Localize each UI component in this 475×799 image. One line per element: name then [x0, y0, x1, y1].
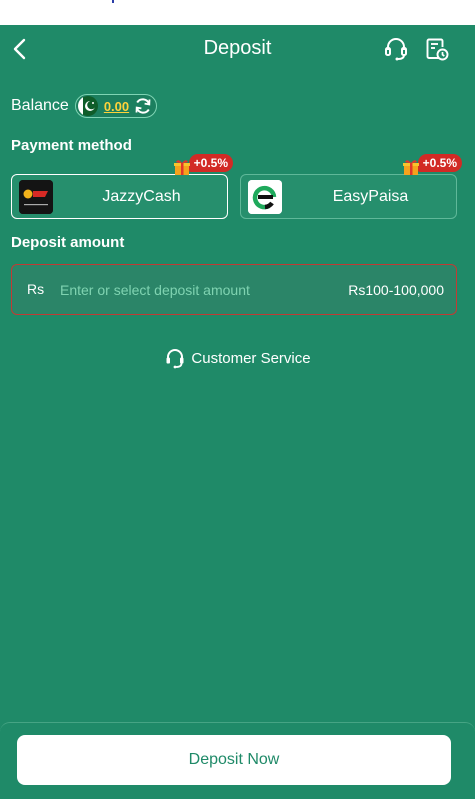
support-button[interactable] [383, 35, 409, 63]
jazzcash-logo [19, 180, 53, 214]
history-button[interactable] [424, 35, 450, 63]
easypaisa-logo [248, 180, 282, 214]
refresh-button[interactable] [133, 96, 153, 116]
pakistan-flag-icon [77, 96, 98, 116]
balance-pill: 0.00 [74, 94, 158, 118]
deposit-range: Rs100-100,000 [348, 282, 444, 298]
top-strip [0, 0, 475, 25]
currency-symbol: Rs [27, 281, 45, 297]
deposit-amount-input[interactable] [56, 275, 334, 305]
deposit-amount-field[interactable]: Rs Rs100-100,000 [11, 264, 457, 315]
bottom-bar: Deposit Now [0, 722, 475, 799]
deposit-amount-title: Deposit amount [11, 234, 125, 251]
gift-icon [402, 160, 419, 175]
status-dot [112, 0, 114, 3]
balance-value: 0.00 [103, 98, 130, 114]
headset-icon [385, 38, 407, 61]
header: Deposit [0, 25, 475, 75]
balance-label: Balance [11, 97, 69, 114]
customer-service-link[interactable]: Customer Service [0, 347, 475, 369]
bonus-badge: +0.5% [417, 154, 462, 172]
headset-icon [166, 349, 184, 369]
record-history-icon [426, 38, 449, 61]
payment-method-easypaisa[interactable]: EasyPaisa +0.5% [240, 154, 462, 219]
bonus-badge: +0.5% [188, 154, 233, 172]
payment-method-jazzycash[interactable]: JazzyCash +0.5% [11, 154, 233, 219]
deposit-page: Deposit Balance 0.00 Payment method Jazz… [0, 25, 475, 799]
balance-row: Balance 0.00 [11, 93, 158, 119]
refresh-icon [135, 98, 151, 114]
payment-method-label: JazzyCash [102, 188, 181, 205]
payment-method-title: Payment method [11, 137, 132, 154]
deposit-now-button[interactable]: Deposit Now [17, 735, 451, 785]
bonus-tag: +0.5% [173, 154, 233, 175]
gift-icon [173, 160, 190, 175]
customer-service-label: Customer Service [191, 349, 311, 367]
payment-method-label: EasyPaisa [332, 188, 409, 205]
bonus-tag: +0.5% [402, 154, 462, 175]
